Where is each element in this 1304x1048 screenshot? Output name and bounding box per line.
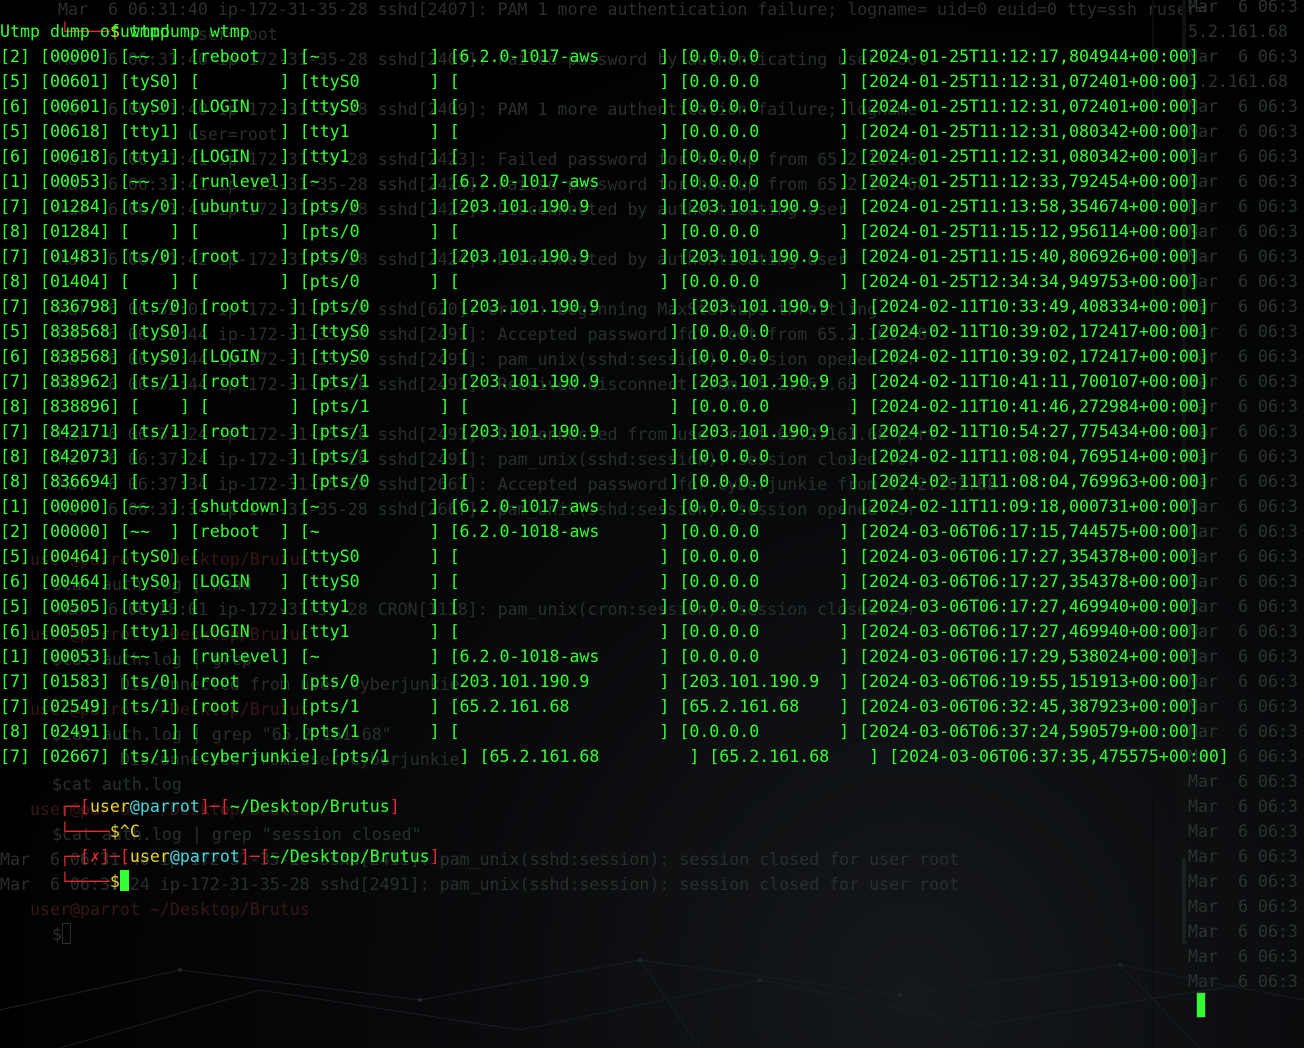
wtmp-record-row: [5] [00505] [tty1] [ ] [tty1 ] [ ] [0.0.… <box>0 597 1199 616</box>
wtmp-record-row: [7] [838962] [ts/1] [root ] [pts/1 ] [20… <box>0 372 1209 391</box>
right-pane-line: 5.2.161.68 <box>1188 72 1288 91</box>
wtmp-record-row: [7] [01284] [ts/0] [ubuntu ] [pts/0 ] [2… <box>0 197 1199 216</box>
right-pane-line: Mar 6 06:3 <box>1188 522 1298 541</box>
right-pane-line: Mar 6 06:3 <box>1188 272 1298 291</box>
prompt-path: ~/Desktop/Brutus <box>269 847 430 866</box>
prompt-header-1: ┌─[user@parrot]─[~/Desktop/Brutus] <box>59 797 400 816</box>
right-pane-line: Mar 6 06:3 <box>1188 572 1298 591</box>
wtmp-record-row: [2] [00000] [~~ ] [reboot ] [~ ] [6.2.0-… <box>0 522 1199 541</box>
wtmp-record-row: [1] [00000] [~~ ] [shutdown] [~ ] [6.2.0… <box>0 497 1199 516</box>
wtmp-record-row: [7] [842171] [ts/1] [root ] [pts/1 ] [20… <box>0 422 1209 441</box>
ghost-prompt: user@parrot ~/Desktop/Brutus <box>30 900 310 919</box>
wtmp-record-row: [6] [00601] [tyS0] [LOGIN ] [ttyS0 ] [ ]… <box>0 97 1199 116</box>
right-pane-line: Mar 6 06:3 <box>1188 822 1298 841</box>
right-pane-line: Mar 6 06:3 <box>1188 147 1298 166</box>
wtmp-record-row: [8] [02491] [ ] [ ] [pts/1 ] [ ] [0.0.0.… <box>0 722 1199 741</box>
wtmp-record-row: [5] [838568] [tyS0] [ ] [ttyS0 ] [ ] [0.… <box>0 322 1209 341</box>
wtmp-record-row: [7] [02549] [ts/1] [root ] [pts/1 ] [65.… <box>0 697 1199 716</box>
wtmp-record-row: [7] [01583] [ts/0] [root ] [pts/0 ] [203… <box>0 672 1199 691</box>
wtmp-record-row: [6] [00618] [tty1] [LOGIN ] [tty1 ] [ ] … <box>0 147 1199 166</box>
wtmp-record-row: [8] [842073] [ ] [ ] [pts/1 ] [ ] [0.0.0… <box>0 447 1209 466</box>
wtmp-record-row: [6] [838568] [tyS0] [LOGIN ] [ttyS0 ] [ … <box>0 347 1209 366</box>
right-pane-line: Mar 6 06:3 <box>1188 697 1298 716</box>
right-pane-line: Mar 6 06:3 <box>1188 547 1298 566</box>
wtmp-record-row: [7] [02667] [ts/1] [cyberjunkie] [pts/1 … <box>0 747 1229 766</box>
wallpaper-decoration <box>0 958 1304 1048</box>
right-pane-line: Mar 6 06:3 <box>1188 0 1298 16</box>
right-pane-line: Mar 6 06:3 <box>1188 772 1298 791</box>
prompt-user: user <box>129 847 170 866</box>
prompt-symbol: $ <box>109 872 120 891</box>
prompt-corner-icon: └──── <box>59 872 110 891</box>
right-pane-line: Mar 6 06:3 <box>1188 872 1298 891</box>
wtmp-record-row: [5] [00464] [tyS0] [ ] [ttyS0 ] [ ] [0.0… <box>0 547 1199 566</box>
wtmp-record-row: [1] [00053] [~~ ] [runlevel] [~ ] [6.2.0… <box>0 647 1199 666</box>
ghost-line: Mar 6 06:37:24 ip-172-31-35-28 sshd[2491… <box>0 875 960 894</box>
wtmp-record-row: [6] [00464] [tyS0] [LOGIN ] [ttyS0 ] [ ]… <box>0 572 1199 591</box>
right-pane-line: Mar 6 06:3 <box>1188 97 1298 116</box>
prompt-path: ~/Desktop/Brutus <box>229 797 390 816</box>
right-terminal-pane: Mar 6 06:3 5.2.161.68 Mar 6 06:3 5.2.161.68… <box>1188 0 1304 1048</box>
right-pane-line: Mar 6 06:3 <box>1188 847 1298 866</box>
wtmp-record-row: [6] [00505] [tty1] [LOGIN ] [tty1 ] [ ] … <box>0 622 1199 641</box>
prompt-input-1: └────$^C <box>0 794 140 841</box>
right-pane-line: Mar 6 06:3 <box>1188 797 1298 816</box>
right-pane-line: Mar 6 06:3 <box>1188 897 1298 916</box>
right-pane-line: Mar 6 06:3 <box>1188 622 1298 641</box>
prompt-host: parrot <box>179 847 240 866</box>
right-pane-line: Mar 6 06:3 <box>1188 47 1298 66</box>
prompt-at: @ <box>169 847 180 866</box>
command-line: └────$utmpdump wtmp <box>0 0 250 41</box>
wtmp-record-row: [7] [01483] [ts/0] [root ] [pts/0 ] [203… <box>0 247 1199 266</box>
wtmp-record-row: [5] [00601] [tyS0] [ ] [ttyS0 ] [ ] [0.0… <box>0 72 1199 91</box>
wtmp-record-row: [1] [00053] [~~ ] [runlevel] [~ ] [6.2.0… <box>0 172 1199 191</box>
wtmp-record-row: [5] [00618] [tty1] [ ] [tty1 ] [ ] [0.0.… <box>0 122 1199 141</box>
wtmp-record-row: [2] [00000] [~~ ] [reboot ] [~ ] [6.2.0-… <box>0 47 1199 66</box>
scrollbar-thumb[interactable] <box>1182 858 1186 944</box>
dump-header: Utmp dump of wtmp <box>0 22 170 41</box>
right-pane-line: Mar 6 06:3 <box>1188 172 1298 191</box>
wtmp-record-row: [7] [836798] [ts/0] [root ] [pts/0 ] [20… <box>0 297 1209 316</box>
right-pane-line: Mar 6 06:3 <box>1188 597 1298 616</box>
text-cursor <box>119 870 129 891</box>
prompt-host: parrot <box>139 797 200 816</box>
prompt-input-2[interactable]: └────$ <box>0 844 129 891</box>
desktop-screen: Mar 6 06:31:40 ip-172-31-35-28 sshd[2407… <box>0 0 1304 1048</box>
wtmp-record-row: [8] [836694] [ ] [ ] [pts/0 ] [ ] [0.0.0… <box>0 472 1209 491</box>
prompt-header-2: ┌─[✗]─[user@parrot]─[~/Desktop/Brutus] <box>59 847 440 866</box>
right-pane-line: Mar 6 06:3 <box>1188 122 1298 141</box>
right-pane-line: Mar 6 06:3 <box>1188 247 1298 266</box>
wtmp-record-row: [8] [01284] [ ] [ ] [pts/0 ] [ ] [0.0.0.… <box>0 222 1199 241</box>
right-pane-line: Mar 6 06:3 <box>1188 647 1298 666</box>
right-pane-line: Mar 6 06:3 <box>1188 672 1298 691</box>
wtmp-record-row: [8] [01404] [ ] [ ] [pts/0 ] [ ] [0.0.0.… <box>0 272 1199 291</box>
right-pane-line: 5.2.161.68 <box>1188 22 1288 41</box>
wtmp-record-row: [8] [838896] [ ] [ ] [pts/1 ] [ ] [0.0.0… <box>0 397 1209 416</box>
right-pane-line: Mar 6 06:3 <box>1188 497 1298 516</box>
right-pane-line: Mar 6 06:3 <box>1188 197 1298 216</box>
right-pane-line: Mar 6 06:3 <box>1188 722 1298 741</box>
right-pane-line: Mar 6 06:3 <box>1188 222 1298 241</box>
